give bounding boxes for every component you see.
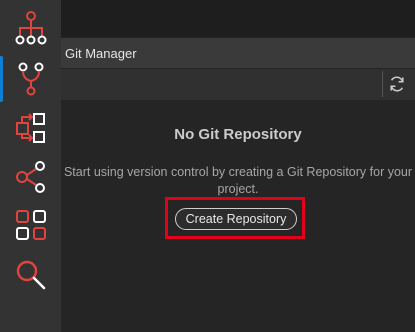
activity-item-workflow[interactable] xyxy=(0,104,61,152)
grid-icon xyxy=(15,210,46,240)
empty-state: No Git Repository Start using version co… xyxy=(61,100,415,332)
refresh-button[interactable] xyxy=(382,71,411,97)
search-icon xyxy=(16,260,45,290)
activity-item-hierarchy[interactable] xyxy=(0,4,61,52)
git-branch-icon xyxy=(18,62,43,96)
empty-state-title: No Git Repository xyxy=(174,126,302,143)
activity-item-share[interactable] xyxy=(0,153,61,201)
panel-title: Git Manager xyxy=(65,45,137,61)
hierarchy-icon xyxy=(15,11,46,45)
activity-item-grid[interactable] xyxy=(0,201,61,249)
panel-toolbar xyxy=(61,69,415,100)
activity-item-git[interactable] xyxy=(0,55,61,103)
refresh-icon xyxy=(390,76,404,92)
panel-header: Git Manager xyxy=(61,38,415,68)
create-repository-button[interactable]: Create Repository xyxy=(175,208,297,230)
share-icon xyxy=(15,161,45,193)
workflow-icon xyxy=(15,113,45,143)
top-strip xyxy=(61,0,415,37)
activity-bar xyxy=(0,0,61,332)
empty-state-description: Start using version control by creating … xyxy=(63,165,413,196)
activity-item-search[interactable] xyxy=(0,251,61,299)
